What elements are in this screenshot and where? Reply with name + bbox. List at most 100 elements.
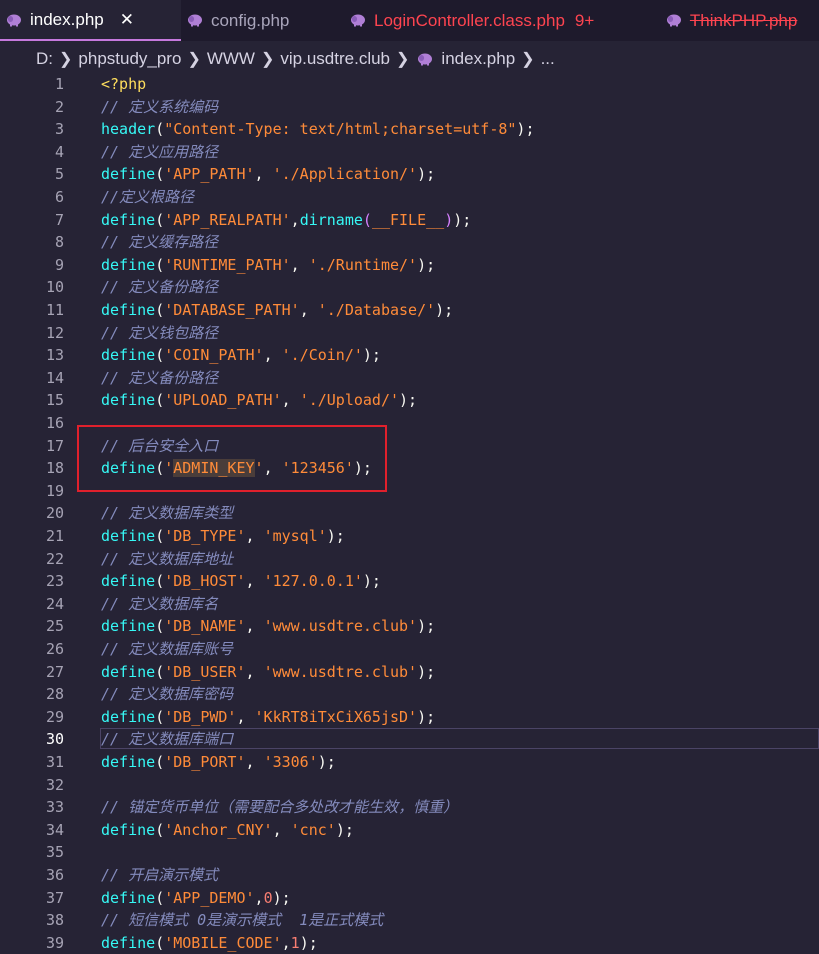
code-token: 1 [290, 933, 300, 952]
code-line[interactable]: 12 // 定义钱包路径 [0, 322, 819, 345]
code-token: ); [317, 753, 336, 771]
code-line[interactable]: 19 [0, 480, 819, 503]
code-token: // 定义缓存路径 [101, 233, 219, 252]
code-token: dirname [299, 210, 363, 229]
code-line[interactable]: 38 // 短信模式 0是演示模式 1是正式模式 [0, 909, 819, 932]
breadcrumb-drive[interactable]: D: [36, 49, 53, 69]
line-code: // 定义数据库类型 [101, 502, 233, 525]
line-number: 28 [45, 685, 64, 704]
tab-thinkphp[interactable]: ThinkPHP.php [660, 0, 819, 41]
code-token: <?php [101, 75, 147, 93]
line-number: 12 [45, 323, 64, 342]
code-token: './Upload/' [299, 391, 400, 410]
code-line[interactable]: 22 // 定义数据库地址 [0, 548, 819, 571]
code-token: // 开启演示模式 [101, 866, 219, 884]
code-line[interactable]: 31 define('DB_PORT', '3306'); [0, 751, 819, 774]
code-line[interactable]: 7 define('APP_REALPATH',dirname(__FILE__)… [0, 209, 819, 232]
code-line[interactable]: 13 define('COIN_PATH', './Coin/'); [0, 344, 819, 367]
breadcrumb-folder[interactable]: WWW [207, 49, 255, 69]
code-token: ( [155, 255, 165, 274]
code-line[interactable]: 39 define('MOBILE_CODE',1); [0, 932, 819, 954]
code-token: , [281, 933, 291, 952]
line-number: 38 [45, 911, 64, 930]
code-token: 'mysql' [263, 527, 327, 545]
code-token: header [101, 120, 156, 139]
breadcrumb-symbol[interactable]: ... [541, 49, 555, 69]
code-line[interactable]: 35 [0, 841, 819, 864]
code-line[interactable]: 28 // 定义数据库密码 [0, 683, 819, 706]
code-token: define [101, 527, 156, 545]
code-line[interactable]: 17 // 后台安全入口 [0, 435, 819, 458]
code-token: 'Anchor_CNY' [164, 820, 273, 839]
code-token: // 定义备份路径 [101, 368, 219, 387]
code-line[interactable]: 11 define('DATABASE_PATH', './Database/')… [0, 299, 819, 322]
code-token: ); [362, 572, 381, 591]
code-line[interactable]: 37 define('APP_DEMO',0); [0, 887, 819, 910]
code-token: define [101, 662, 156, 681]
code-line[interactable]: 29 define('DB_PWD', 'KkRT8iTxCiX65jsD'); [0, 706, 819, 729]
code-line[interactable]: 8 // 定义缓存路径 [0, 231, 819, 254]
code-line[interactable]: 32 [0, 774, 819, 797]
code-line[interactable]: 6 //定义根路径 [0, 186, 819, 209]
code-token: 'APP_PATH' [164, 165, 255, 184]
code-token: ); [326, 527, 345, 545]
line-number: 35 [45, 843, 64, 862]
code-line[interactable]: 21 define('DB_TYPE', 'mysql'); [0, 525, 819, 548]
code-line[interactable]: 25 define('DB_NAME', 'www.usdtre.club'); [0, 615, 819, 638]
code-line[interactable]: 33 // 锚定货币单位（需要配合多处改才能生效，慎重） [0, 796, 819, 819]
line-number: 33 [45, 798, 64, 817]
line-number: 29 [45, 707, 64, 726]
code-token: , [245, 527, 264, 545]
code-line[interactable]: 34 define('Anchor_CNY', 'cnc'); [0, 819, 819, 842]
code-line[interactable]: 26 // 定义数据库账号 [0, 638, 819, 661]
code-line[interactable]: 24 // 定义数据库名 [0, 593, 819, 616]
code-line[interactable]: 10 // 定义备份路径 [0, 276, 819, 299]
code-line[interactable]: 2 // 定义系统编码 [0, 96, 819, 119]
line-code: <?php [101, 73, 146, 96]
code-line[interactable]: 14 // 定义备份路径 [0, 367, 819, 390]
code-line[interactable]: 27 define('DB_USER', 'www.usdtre.club'); [0, 661, 819, 684]
breadcrumb: D: ❯ phpstudy_pro ❯ WWW ❯ vip.usdtre.clu… [0, 41, 819, 77]
code-token: 'DB_HOST' [164, 572, 246, 591]
line-code: define('DB_NAME', 'www.usdtre.club'); [101, 615, 435, 638]
code-line[interactable]: 4 // 定义应用路径 [0, 141, 819, 164]
line-code: // 定义系统编码 [101, 96, 218, 119]
code-token: 'APP_REALPATH' [164, 210, 291, 229]
line-code: define('DB_USER', 'www.usdtre.club'); [101, 661, 435, 684]
line-number: 23 [45, 572, 64, 591]
code-line[interactable]: 20 // 定义数据库类型 [0, 502, 819, 525]
code-line[interactable]: 30 // 定义数据库端口 [0, 728, 819, 751]
code-token: ( [155, 527, 165, 545]
code-line[interactable]: 23 define('DB_HOST', '127.0.0.1'); [0, 570, 819, 593]
code-token: ( [155, 753, 165, 771]
breadcrumb-folder[interactable]: phpstudy_pro [78, 49, 181, 69]
code-token: // 短信模式 0是演示模式 1是正式模式 [101, 911, 384, 930]
code-token: ( [155, 391, 165, 410]
chevron-right-icon: ❯ [187, 51, 201, 68]
code-line[interactable]: 15 define('UPLOAD_PATH', './Upload/'); [0, 389, 819, 412]
code-token: ' [254, 459, 264, 478]
line-number: 9 [54, 255, 64, 274]
code-line[interactable]: 3 header("Content-Type: text/html;charset… [0, 118, 819, 141]
code-token: ); [453, 210, 472, 229]
tab-index-php[interactable]: index.php ✕ [0, 0, 181, 41]
tab-logincontroller[interactable]: LoginController.class.php 9+ [344, 0, 660, 41]
breadcrumb-folder[interactable]: vip.usdtre.club [280, 49, 390, 69]
code-line[interactable]: 5 define('APP_PATH', './Application/'); [0, 163, 819, 186]
code-line[interactable]: 9 define('RUNTIME_PATH', './Runtime/'); [0, 254, 819, 277]
close-icon[interactable]: ✕ [120, 10, 134, 30]
line-code: define('COIN_PATH', './Coin/'); [101, 344, 381, 367]
code-token: ); [417, 662, 436, 681]
code-token: //定义根路径 [101, 188, 195, 206]
code-token: define [101, 346, 156, 365]
code-line[interactable]: 18 define('ADMIN_KEY', '123456'); [0, 457, 819, 480]
code-line[interactable]: 36 // 开启演示模式 [0, 864, 819, 887]
code-line[interactable]: 1 <?php [0, 73, 819, 96]
code-token: define [101, 391, 156, 410]
breadcrumb-file[interactable]: index.php [441, 49, 515, 69]
code-line[interactable]: 16 [0, 412, 819, 435]
code-token: 'cnc' [290, 820, 336, 839]
code-token: // 定义数据库账号 [101, 640, 234, 658]
code-token: , [290, 210, 300, 229]
tab-config-php[interactable]: config.php [181, 0, 344, 41]
